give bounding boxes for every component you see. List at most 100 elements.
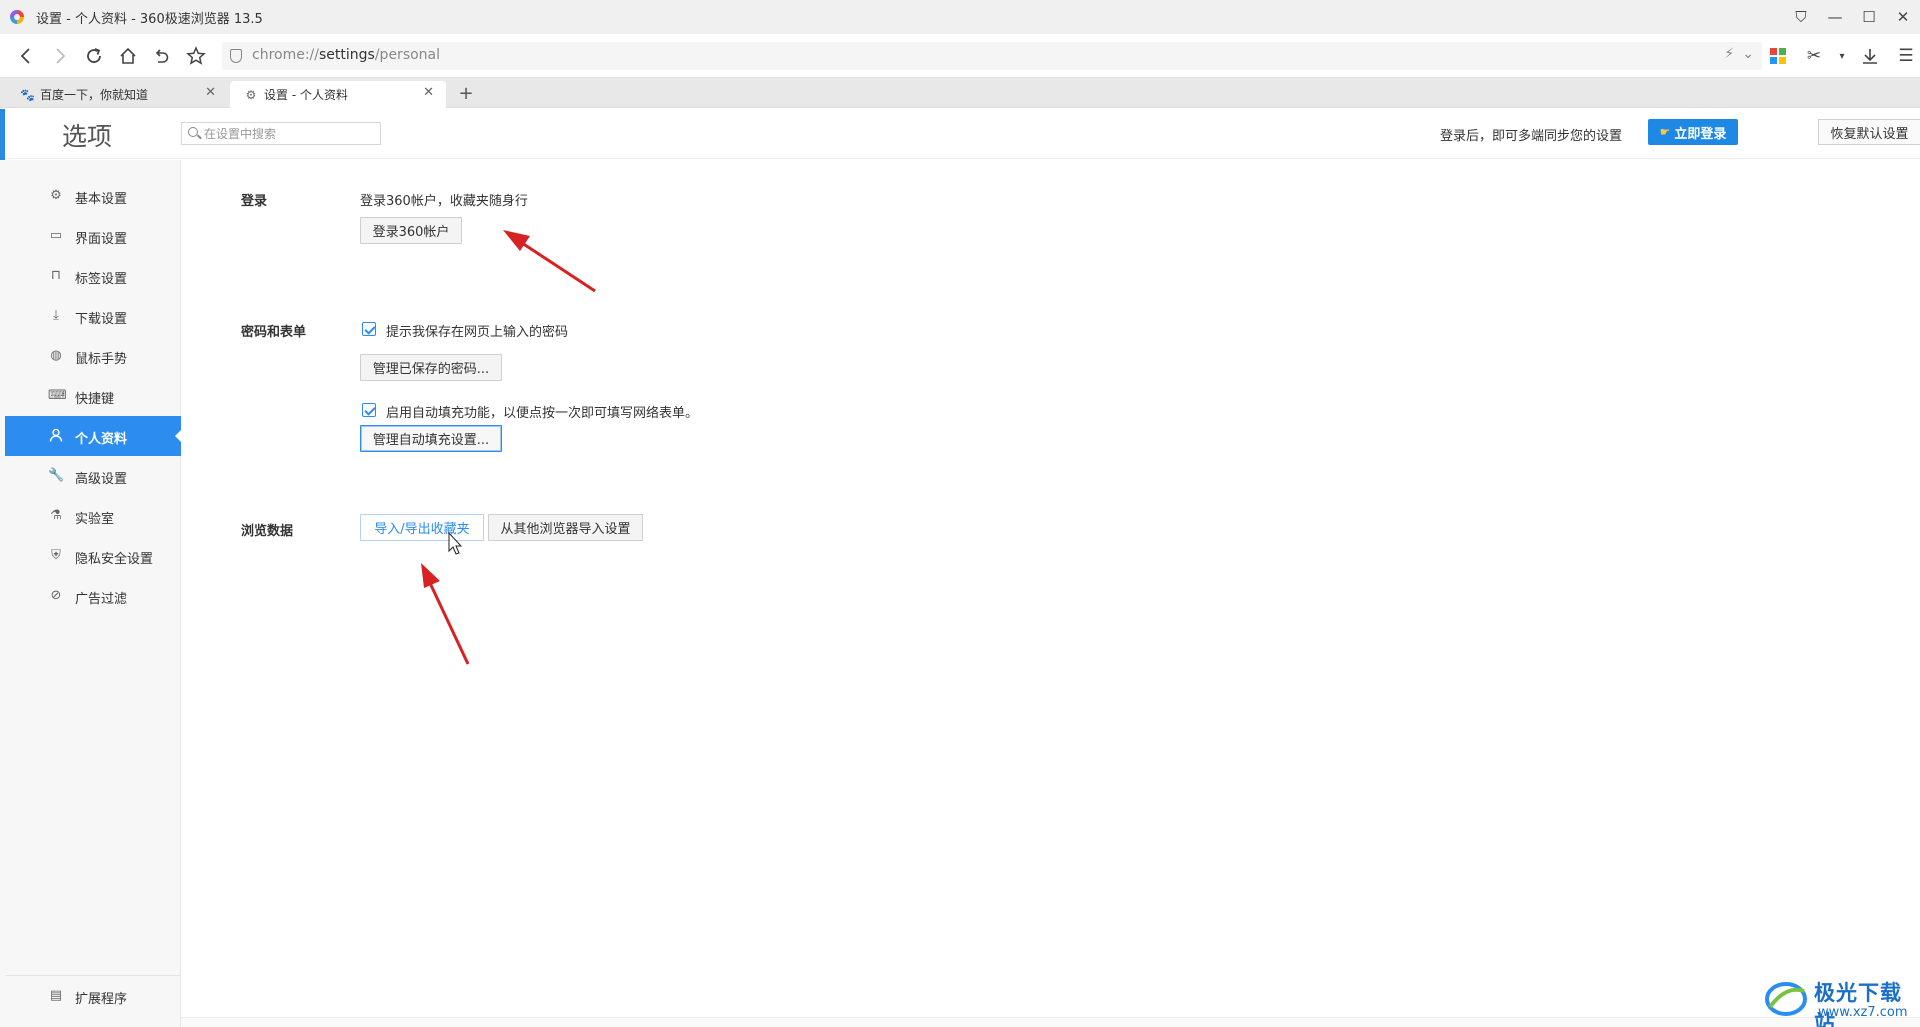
scissors-dropdown-icon[interactable]: ▾ bbox=[1836, 42, 1848, 70]
title-bar: 设置 - 个人资料 - 360极速浏览器 13.5 ⛉ — ☐ ✕ bbox=[0, 0, 1920, 34]
block-icon: ⊘ bbox=[50, 588, 62, 603]
maximize-button[interactable]: ☐ bbox=[1852, 0, 1886, 34]
sidebar-item-label: 广告过滤 bbox=[75, 592, 128, 607]
new-tab-button[interactable]: + bbox=[454, 81, 478, 105]
sidebar-item-extensions[interactable]: ▤ 扩展程序 bbox=[5, 975, 181, 1015]
sidebar-item-label: 高级设置 bbox=[75, 472, 128, 487]
scissors-icon[interactable]: ✂ bbox=[1800, 42, 1828, 70]
forward-icon[interactable] bbox=[46, 43, 74, 69]
manage-autofill-button[interactable]: 管理自动填充设置... bbox=[360, 425, 502, 452]
extensions-icon: ▤ bbox=[49, 988, 63, 1003]
tab-baidu[interactable]: 🐾 百度一下，你就知道 ✕ bbox=[6, 81, 228, 108]
autofill-label: 启用自动填充功能，以便点按一次即可填写网络表单。 bbox=[386, 406, 699, 421]
reload-icon[interactable] bbox=[80, 43, 108, 69]
section-browse-label: 浏览数据 bbox=[241, 524, 294, 539]
sidebar-item-lab[interactable]: ⚗ 实验室 bbox=[5, 496, 181, 536]
keyboard-icon: ⌨ bbox=[48, 388, 67, 403]
address-bar: chrome://settings/personal ⚡ ⌄ ✂ ▾ ☰ bbox=[0, 34, 1920, 78]
sidebar-item-label: 标签设置 bbox=[75, 272, 128, 287]
tab-close-icon[interactable]: ✕ bbox=[205, 85, 216, 100]
mouse-icon: ◍ bbox=[50, 348, 62, 363]
tab-title: 设置 - 个人资料 bbox=[264, 88, 348, 102]
wrench-icon: 🔧 bbox=[48, 468, 65, 483]
site-info-icon[interactable] bbox=[230, 49, 242, 63]
shield-icon: ⛨ bbox=[51, 548, 61, 563]
manage-passwords-button[interactable]: 管理已保存的密码... bbox=[360, 354, 502, 381]
sidebar-item-advanced[interactable]: 🔧 高级设置 bbox=[5, 456, 181, 496]
sidebar-item-tabs[interactable]: ⊓ 标签设置 bbox=[5, 256, 181, 296]
star-icon[interactable] bbox=[182, 43, 210, 69]
window-title: 设置 - 个人资料 - 360极速浏览器 13.5 bbox=[36, 12, 263, 27]
sync-hint: 登录后，即可多端同步您的设置 bbox=[1440, 129, 1623, 144]
login-description: 登录360帐户，收藏夹随身行 bbox=[360, 194, 528, 209]
sidebar-item-label: 个人资料 bbox=[75, 432, 128, 447]
import-export-bookmarks-button[interactable]: 导入/导出收藏夹 bbox=[360, 514, 484, 541]
sidebar-item-label: 下载设置 bbox=[75, 312, 128, 327]
baidu-paw-icon: 🐾 bbox=[20, 88, 35, 102]
save-password-label: 提示我保存在网页上输入的密码 bbox=[386, 325, 569, 340]
search-input[interactable] bbox=[204, 124, 374, 143]
sidebar-item-basic[interactable]: ⚙ 基本设置 bbox=[5, 176, 181, 216]
back-icon[interactable] bbox=[12, 43, 40, 69]
home-icon[interactable] bbox=[114, 43, 142, 69]
settings-header: 选项 登录后，即可多端同步您的设置 ☛ 立即登录 恢复默认设置 bbox=[0, 109, 1920, 159]
gear-outline-icon: ⚙ bbox=[50, 188, 62, 203]
url-field[interactable]: chrome://settings/personal ⚡ ⌄ bbox=[222, 42, 1762, 70]
gear-icon: ⚙ bbox=[245, 88, 257, 102]
minimize-button[interactable]: — bbox=[1818, 0, 1852, 34]
sidebar-item-label: 界面设置 bbox=[75, 232, 128, 247]
sidebar-item-interface[interactable]: ▭ 界面设置 bbox=[5, 216, 181, 256]
annotation-arrow bbox=[503, 230, 596, 293]
status-bar bbox=[181, 1017, 1920, 1027]
watermark-logo-icon bbox=[1765, 982, 1807, 1016]
tab-settings[interactable]: ⚙ 设置 - 个人资料 ✕ bbox=[230, 81, 446, 108]
pointing-hand-icon: ☛ bbox=[1659, 125, 1671, 139]
login-now-button[interactable]: ☛ 立即登录 bbox=[1648, 119, 1738, 145]
tab-strip: 🐾 百度一下，你就知道 ✕ ⚙ 设置 - 个人资料 ✕ + bbox=[0, 78, 1920, 108]
section-password-label: 密码和表单 bbox=[241, 325, 307, 340]
browser-logo-icon bbox=[10, 10, 24, 24]
settings-search[interactable] bbox=[181, 122, 381, 145]
user-icon bbox=[48, 428, 64, 444]
sidebar-item-label: 实验室 bbox=[75, 512, 115, 527]
site-watermark: 极光下载站 www.xz7.com bbox=[1756, 975, 1920, 1027]
chevron-down-icon[interactable]: ⌄ bbox=[1742, 46, 1754, 62]
section-login-label: 登录 bbox=[241, 194, 268, 209]
sidebar-item-label: 基本设置 bbox=[75, 192, 128, 207]
search-icon bbox=[188, 127, 198, 137]
save-password-checkbox[interactable] bbox=[362, 322, 376, 336]
toolbar-icons: ✂ ▾ ☰ bbox=[1764, 42, 1920, 70]
url-text[interactable]: chrome://settings/personal bbox=[252, 47, 440, 63]
sidebar-item-download[interactable]: ⤓ 下载设置 bbox=[5, 296, 181, 336]
sidebar-item-label: 扩展程序 bbox=[75, 992, 128, 1007]
apps-icon[interactable] bbox=[1764, 42, 1792, 70]
tab-title: 百度一下，你就知道 bbox=[40, 88, 149, 102]
sidebar-item-shortcuts[interactable]: ⌨ 快捷键 bbox=[5, 376, 181, 416]
watermark-url: www.xz7.com bbox=[1818, 1005, 1908, 1020]
sidebar-item-adblock[interactable]: ⊘ 广告过滤 bbox=[5, 576, 181, 616]
import-from-other-browser-button[interactable]: 从其他浏览器导入设置 bbox=[488, 514, 643, 541]
window-icon: ▭ bbox=[49, 228, 63, 243]
sidebar-item-label: 快捷键 bbox=[75, 392, 115, 407]
url-right-tools: ⚡ ⌄ bbox=[1724, 46, 1754, 62]
speed-mode-icon[interactable]: ⚡ bbox=[1724, 46, 1734, 62]
skin-icon[interactable]: ⛉ bbox=[1784, 0, 1818, 34]
flask-icon: ⚗ bbox=[50, 508, 62, 523]
browser-window: 设置 - 个人资料 - 360极速浏览器 13.5 ⛉ — ☐ ✕ chrome… bbox=[0, 0, 1920, 1027]
tab-icon: ⊓ bbox=[50, 268, 62, 283]
autofill-checkbox[interactable] bbox=[362, 403, 376, 417]
annotation-arrow bbox=[421, 563, 470, 665]
sidebar-item-privacy[interactable]: ⛨ 隐私安全设置 bbox=[5, 536, 181, 576]
menu-icon[interactable]: ☰ bbox=[1892, 42, 1920, 70]
sidebar-item-mouse-gesture[interactable]: ◍ 鼠标手势 bbox=[5, 336, 181, 376]
close-window-button[interactable]: ✕ bbox=[1886, 0, 1920, 34]
tab-close-icon[interactable]: ✕ bbox=[423, 85, 434, 100]
download-toolbar-icon[interactable] bbox=[1856, 42, 1884, 70]
undo-close-icon[interactable] bbox=[148, 43, 176, 69]
sidebar-item-profile[interactable]: 个人资料 bbox=[5, 416, 182, 456]
login-360-account-button[interactable]: 登录360帐户 bbox=[360, 217, 462, 244]
login-now-label: 立即登录 bbox=[1674, 126, 1727, 142]
reset-defaults-button[interactable]: 恢复默认设置 bbox=[1818, 119, 1920, 145]
sidebar-item-label: 鼠标手势 bbox=[75, 352, 128, 367]
download-icon: ⤓ bbox=[53, 308, 59, 323]
